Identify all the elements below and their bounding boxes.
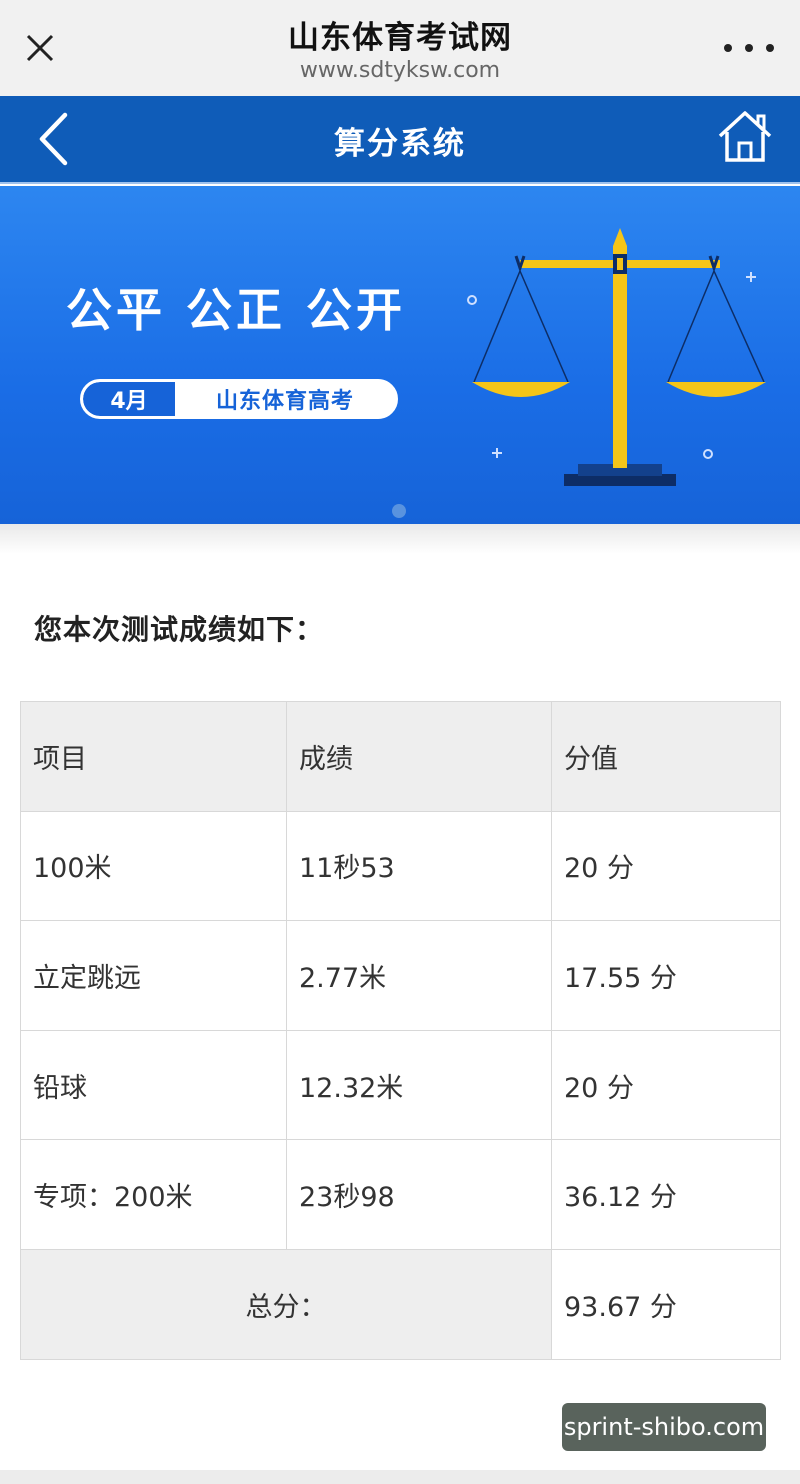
header-item: 项目 <box>20 701 287 812</box>
badge-month: 4月 <box>83 382 175 416</box>
header-points: 分值 <box>551 701 781 812</box>
banner-slogan: 公平 公正 公开 <box>66 283 407 337</box>
cell-score: 11秒53 <box>286 810 552 922</box>
browser-title-bar: 山东体育考试网 www.sdtyksw.com <box>0 0 800 96</box>
cell-score: 12.32米 <box>286 1029 552 1141</box>
table-row: 专项：200米 23秒98 36.12 分 <box>20 1139 781 1250</box>
promo-banner[interactable]: 公平 公正 公开 4月 山东体育高考 <box>0 186 800 524</box>
cell-points: 17.55 分 <box>551 920 781 1031</box>
cell-points: 36.12 分 <box>551 1139 781 1250</box>
total-label: 总分： <box>20 1248 552 1360</box>
cell-item: 专项：200米 <box>20 1139 287 1250</box>
total-row: 总分： 93.67 分 <box>20 1248 781 1360</box>
more-dot <box>745 44 753 52</box>
table-row: 立定跳远 2.77米 17.55 分 <box>20 920 781 1031</box>
cell-points: 20 分 <box>551 1029 781 1141</box>
section-divider <box>0 524 800 554</box>
header-score: 成绩 <box>286 701 552 812</box>
table-header-row: 项目 成绩 分值 <box>20 701 781 812</box>
cell-points: 20 分 <box>551 810 781 922</box>
total-value: 93.67 分 <box>551 1248 781 1360</box>
site-url: www.sdtyksw.com <box>299 58 501 83</box>
score-table: 项目 成绩 分值 100米 11秒53 20 分 立定跳远 2.77米 17.5… <box>20 701 781 1360</box>
table-row: 100米 11秒53 20 分 <box>20 810 781 922</box>
cell-score: 2.77米 <box>286 920 552 1031</box>
bottom-edge <box>0 1470 800 1484</box>
cell-item: 铅球 <box>20 1029 287 1141</box>
app-nav-bar: 算分系统 <box>0 96 800 184</box>
home-icon <box>718 111 772 162</box>
cell-item: 立定跳远 <box>20 920 287 1031</box>
banner-badge: 4月 山东体育高考 <box>80 379 398 419</box>
site-title: 山东体育考试网 <box>288 20 512 56</box>
carousel-indicator[interactable] <box>392 504 406 518</box>
more-button[interactable] <box>724 30 774 66</box>
home-button[interactable] <box>716 108 774 166</box>
badge-text: 山东体育高考 <box>215 389 354 414</box>
page-title: 算分系统 <box>334 126 466 162</box>
cell-item: 100米 <box>20 810 287 922</box>
more-dots-icon <box>724 44 732 52</box>
result-heading: 您本次测试成绩如下： <box>34 613 325 646</box>
cell-score: 23秒98 <box>286 1139 552 1250</box>
watermark: sprint-shibo.com <box>562 1403 766 1451</box>
balance-scale-icon <box>467 228 766 486</box>
more-dot <box>766 44 774 52</box>
table-row: 铅球 12.32米 20 分 <box>20 1029 781 1141</box>
